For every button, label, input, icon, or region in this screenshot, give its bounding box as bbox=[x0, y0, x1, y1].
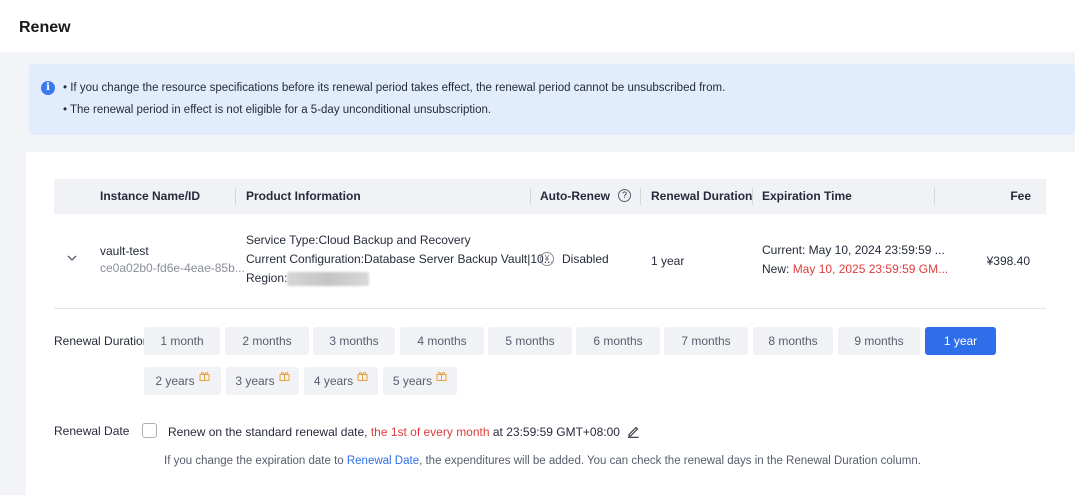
duration-option[interactable]: 1 month bbox=[144, 327, 220, 355]
duration-option[interactable]: 9 months bbox=[838, 327, 920, 355]
page-title: Renew bbox=[19, 19, 71, 36]
renewal-date-checkbox[interactable] bbox=[142, 423, 157, 438]
column-divider bbox=[934, 188, 935, 205]
gift-icon bbox=[357, 372, 368, 381]
renewal-date-label: Renewal Date bbox=[54, 424, 130, 438]
table-row: vault-test ce0a02b0-fd6e-4eae-85b... Ser… bbox=[54, 214, 1046, 309]
column-divider bbox=[235, 188, 236, 205]
current-configuration: Current Configuration:Database Server Ba… bbox=[246, 252, 554, 266]
current-expiration: Current: May 10, 2024 23:59:59 ... bbox=[762, 243, 945, 257]
year-option[interactable]: 2 years bbox=[144, 367, 221, 395]
info-icon: i bbox=[41, 81, 55, 95]
gift-icon bbox=[279, 372, 290, 381]
column-divider bbox=[640, 188, 641, 205]
gift-icon bbox=[436, 372, 447, 381]
renewal-date-hint: If you change the expiration date to Ren… bbox=[164, 455, 921, 467]
renewal-date-link[interactable]: Renewal Date bbox=[347, 455, 419, 467]
duration-option[interactable]: 3 months bbox=[313, 327, 395, 355]
duration-option-selected[interactable]: 1 year bbox=[925, 327, 996, 355]
pencil-icon[interactable] bbox=[626, 424, 640, 438]
notice-line: • The renewal period in effect is not el… bbox=[63, 104, 492, 116]
table-header: Instance Name/ID Product Information Aut… bbox=[54, 179, 1046, 214]
duration-option[interactable]: 5 months bbox=[488, 327, 572, 355]
column-header-expiration: Expiration Time bbox=[762, 189, 852, 203]
page-header: Renew bbox=[0, 0, 1075, 52]
column-divider bbox=[752, 188, 753, 205]
year-option[interactable]: 4 years bbox=[304, 367, 378, 395]
renewal-duration-value: 1 year bbox=[651, 254, 685, 268]
chevron-down-icon[interactable] bbox=[66, 252, 78, 264]
service-type: Service Type:Cloud Backup and Recovery bbox=[246, 233, 471, 247]
notice-banner: i • If you change the resource specifica… bbox=[29, 64, 1075, 135]
gift-icon bbox=[199, 372, 210, 381]
year-option[interactable]: 3 years bbox=[226, 367, 299, 395]
fee-value: ¥398.40 bbox=[986, 254, 1030, 268]
region: Region: bbox=[246, 271, 370, 286]
help-icon[interactable]: ? bbox=[618, 189, 631, 203]
column-header-fee: Fee bbox=[1010, 189, 1031, 203]
renewal-date-text: Renew on the standard renewal date, the … bbox=[168, 425, 640, 440]
column-divider bbox=[530, 188, 531, 205]
duration-option[interactable]: 4 months bbox=[400, 327, 484, 355]
renewal-duration-label: Renewal Duration bbox=[54, 334, 150, 348]
shield-icon: ¥ bbox=[540, 251, 554, 266]
new-expiration: New: May 10, 2025 23:59:59 GM... bbox=[762, 262, 949, 276]
notice-line: • If you change the resource specificati… bbox=[63, 82, 726, 94]
duration-option[interactable]: 6 months bbox=[576, 327, 660, 355]
region-value-redacted bbox=[287, 271, 370, 286]
instance-name: vault-test bbox=[100, 244, 149, 258]
auto-renew-status: ¥ Disabled bbox=[540, 251, 609, 267]
column-header-product: Product Information bbox=[246, 189, 361, 203]
year-option[interactable]: 5 years bbox=[383, 367, 457, 395]
duration-option[interactable]: 2 months bbox=[225, 327, 309, 355]
column-header-instance: Instance Name/ID bbox=[100, 189, 201, 203]
column-header-duration: Renewal Duration bbox=[651, 189, 753, 203]
duration-option[interactable]: 8 months bbox=[753, 327, 833, 355]
duration-option[interactable]: 7 months bbox=[664, 327, 748, 355]
instance-id: ce0a02b0-fd6e-4eae-85b... bbox=[100, 261, 245, 275]
renew-card: Instance Name/ID Product Information Aut… bbox=[26, 152, 1075, 495]
column-header-auto-renew: Auto-Renew? bbox=[540, 179, 631, 214]
